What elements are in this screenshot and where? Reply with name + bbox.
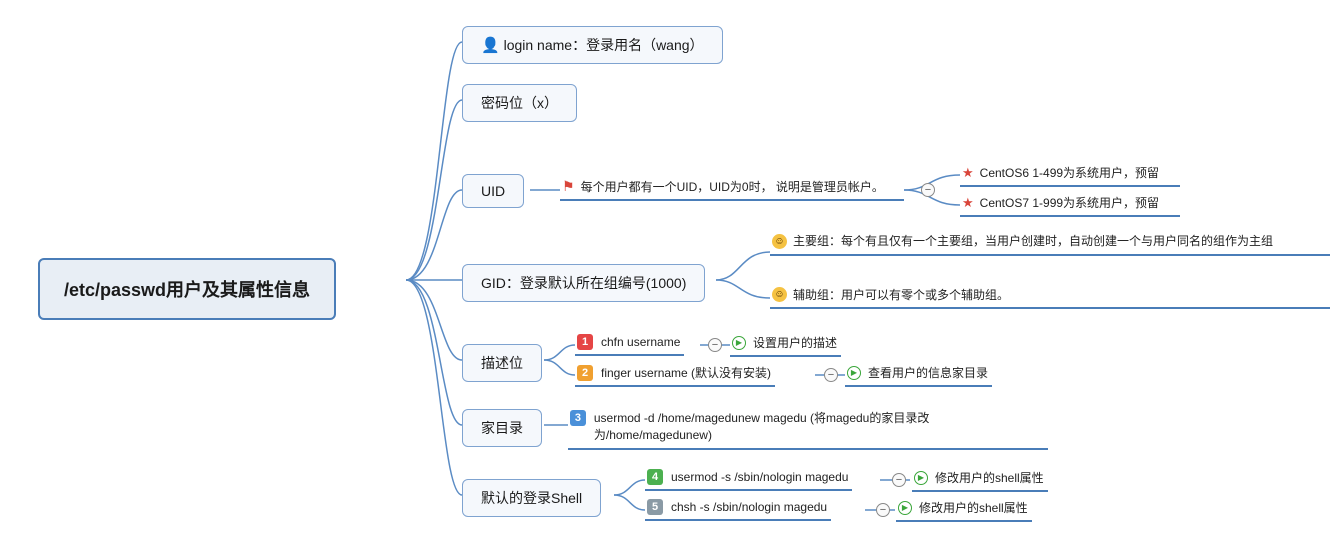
gid-sub2: ☺ 辅助组：用户可以有零个或多个辅助组。 xyxy=(770,284,1330,309)
shell-note2: ▶ 修改用户的shell属性 xyxy=(896,497,1032,522)
collapse-toggle[interactable]: − xyxy=(921,183,935,197)
node-password[interactable]: 密码位（x） xyxy=(462,84,577,122)
uid-sub1-text: CentOS6 1-499为系统用户，预留 xyxy=(980,164,1159,181)
desc-cmd2-text: finger username (默认没有安装) xyxy=(601,364,771,381)
gid-sub1-text: 主要组：每个有且仅有一个主要组，当用户创建时，自动创建一个与用户同名的组作为主组 xyxy=(793,234,1273,250)
badge-3: 3 xyxy=(570,410,586,426)
collapse-toggle[interactable]: − xyxy=(876,503,890,517)
badge-1: 1 xyxy=(577,334,593,350)
play-icon: ▶ xyxy=(898,501,912,515)
collapse-toggle[interactable]: − xyxy=(824,368,838,382)
smile-icon: ☺ xyxy=(772,287,787,302)
desc-note2-text: 查看用户的信息家目录 xyxy=(868,364,988,381)
badge-2: 2 xyxy=(577,365,593,381)
node-login-name[interactable]: 👤 login name：登录用名（wang） xyxy=(462,26,723,64)
user-icon: 👤 xyxy=(481,37,500,54)
play-icon: ▶ xyxy=(847,366,861,380)
smile-icon: ☺ xyxy=(772,234,787,249)
desc-note2: ▶ 查看用户的信息家目录 xyxy=(845,362,992,387)
desc-note1-text: 设置用户的描述 xyxy=(753,334,837,351)
uid-sub2-text: CentOS7 1-999为系统用户，预留 xyxy=(980,194,1159,211)
shell-cmd1-text: usermod -s /sbin/nologin magedu xyxy=(671,470,848,484)
shell-note1: ▶ 修改用户的shell属性 xyxy=(912,467,1048,492)
flag-icon: ⚑ xyxy=(562,178,575,195)
play-icon: ▶ xyxy=(732,336,746,350)
node-uid[interactable]: UID xyxy=(462,174,524,208)
shell-label: 默认的登录Shell xyxy=(481,490,582,506)
star-icon: ★ xyxy=(962,195,974,211)
login-label: login name：登录用名（wang） xyxy=(504,37,704,53)
desc-label: 描述位 xyxy=(481,355,523,371)
desc-cmd2: 2 finger username (默认没有安装) xyxy=(575,362,775,387)
desc-cmd1-text: chfn username xyxy=(601,335,680,349)
collapse-toggle[interactable]: − xyxy=(892,473,906,487)
password-label: 密码位（x） xyxy=(481,95,558,111)
star-icon: ★ xyxy=(962,165,974,181)
shell-cmd2-text: chsh -s /sbin/nologin magedu xyxy=(671,500,827,514)
gid-sub1: ☺ 主要组：每个有且仅有一个主要组，当用户创建时，自动创建一个与用户同名的组作为… xyxy=(770,232,1330,256)
shell-cmd1: 4 usermod -s /sbin/nologin magedu xyxy=(645,467,852,491)
node-desc[interactable]: 描述位 xyxy=(462,344,542,382)
node-shell[interactable]: 默认的登录Shell xyxy=(462,479,601,517)
home-label: 家目录 xyxy=(481,420,523,436)
gid-sub2-text: 辅助组：用户可以有零个或多个辅助组。 xyxy=(793,286,1009,303)
home-cmd-text: usermod -d /home/magedunew magedu (将mage… xyxy=(594,410,1044,444)
node-home[interactable]: 家目录 xyxy=(462,409,542,447)
gid-label: GID：登录默认所在组编号(1000) xyxy=(481,275,686,291)
play-icon: ▶ xyxy=(914,471,928,485)
collapse-toggle[interactable]: − xyxy=(708,338,722,352)
uid-desc-text: 每个用户都有一个UID，UID为0时， 说明是管理员帐户。 xyxy=(581,178,884,195)
root-title: /etc/passwd用户及其属性信息 xyxy=(64,280,310,300)
desc-note1: ▶ 设置用户的描述 xyxy=(730,332,841,357)
badge-5: 5 xyxy=(647,499,663,515)
shell-note1-text: 修改用户的shell属性 xyxy=(935,469,1044,486)
uid-desc: ⚑ 每个用户都有一个UID，UID为0时， 说明是管理员帐户。 xyxy=(560,176,904,201)
home-cmd: 3 usermod -d /home/magedunew magedu (将ma… xyxy=(568,408,1048,450)
uid-label: UID xyxy=(481,183,505,199)
uid-sub1: ★ CentOS6 1-499为系统用户，预留 xyxy=(960,162,1180,187)
badge-4: 4 xyxy=(647,469,663,485)
shell-cmd2: 5 chsh -s /sbin/nologin magedu xyxy=(645,497,831,521)
node-gid[interactable]: GID：登录默认所在组编号(1000) xyxy=(462,264,705,302)
root-node[interactable]: /etc/passwd用户及其属性信息 xyxy=(38,258,336,320)
uid-sub2: ★ CentOS7 1-999为系统用户，预留 xyxy=(960,192,1180,217)
shell-note2-text: 修改用户的shell属性 xyxy=(919,499,1028,516)
desc-cmd1: 1 chfn username xyxy=(575,332,684,356)
